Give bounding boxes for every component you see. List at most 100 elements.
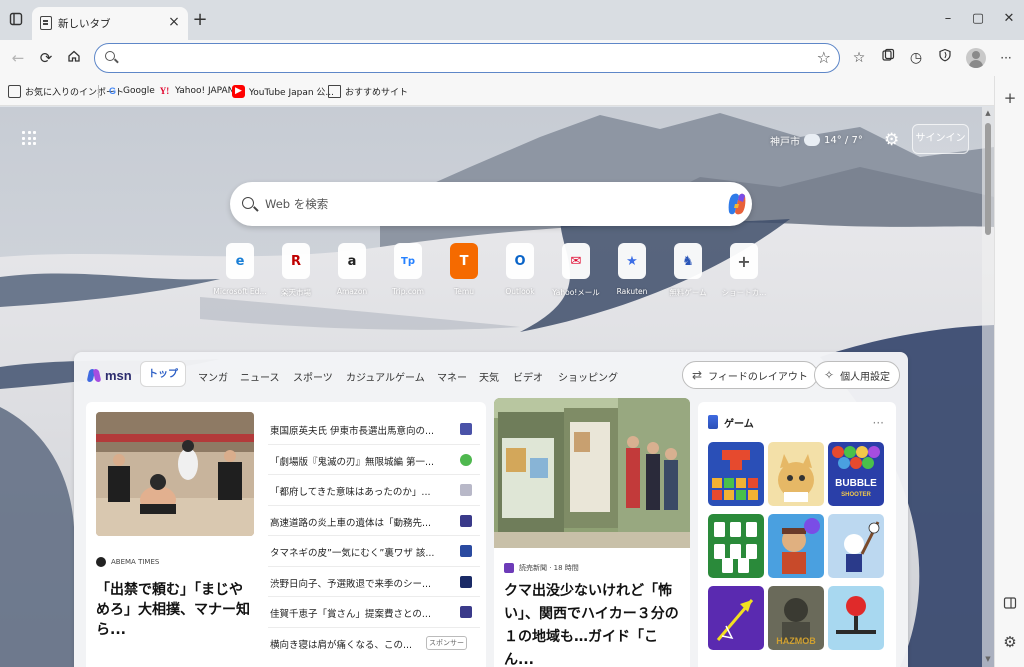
headline-item[interactable]: タマネギの皮”一気にむく”裏ワザ 該... [268, 536, 480, 567]
minimize-button[interactable]: – [933, 8, 963, 30]
sign-in-button[interactable]: サインイン [912, 124, 969, 154]
solitaire-icon [714, 522, 757, 573]
ball-drop-game[interactable] [828, 586, 884, 650]
msn-logo[interactable]: msn [88, 364, 132, 386]
favorite-label: Yahoo! JAPAN [175, 86, 235, 96]
quick-link-label: Trip.com [392, 287, 424, 296]
feed-tab-casual-games[interactable]: カジュアルゲーム [346, 369, 425, 384]
bubble-shooter-game[interactable]: BUBBLE SHOOTER [828, 442, 884, 506]
headline-text: 横向き寝は肩が痛くなる、この... [270, 639, 413, 651]
svg-text:SHOOTER: SHOOTER [841, 492, 871, 498]
new-tab-button[interactable]: + [192, 11, 208, 29]
news-card-secondary[interactable]: 読売新聞 · 18 時間 クマ出没少ないけれど「怖い」、関西でハイカー３分の１の… [494, 398, 690, 667]
favorite-yahoo[interactable]: Y! Yahoo! JAPAN [158, 83, 235, 99]
cartoon-hero-game[interactable] [768, 514, 824, 578]
copilot-icon[interactable] [726, 192, 748, 216]
personalize-button[interactable]: ✧ 個人用設定 [814, 361, 901, 389]
more-icon[interactable]: ··· [873, 416, 884, 430]
home-icon[interactable] [64, 48, 84, 68]
feed-tab-manga[interactable]: マンガ [198, 369, 228, 384]
feed-tab-weather[interactable]: 天気 [479, 369, 499, 384]
tab-actions-icon[interactable] [8, 12, 24, 28]
headline-item[interactable]: 「都府してきた意味はあったのか」... [268, 475, 480, 506]
favorite-recommended[interactable]: おすすめサイト [328, 83, 408, 99]
close-window-button[interactable]: ✕ [994, 8, 1024, 30]
import-icon [8, 84, 21, 98]
headline-item[interactable]: 「劇場版『鬼滅の刃』無限城編 第一... [268, 445, 480, 475]
sidebar: + ⚙ [994, 76, 1024, 667]
arrow-game[interactable] [708, 586, 764, 650]
quick-link-rakuten-ichiba[interactable]: R 楽天市場 [268, 243, 324, 301]
quick-link-yahoo-mail[interactable]: ✉ Yahoo!メール [548, 243, 604, 301]
arrow-icon [716, 599, 754, 641]
amazon-icon: a [338, 243, 366, 279]
news-headline[interactable]: クマ出没少ないけれど「怖い」、関西でハイカー３分の１の地域も…ガイド「こん... [504, 580, 684, 667]
favorite-youtube[interactable]: ▶ YouTube Japan 公... [232, 83, 334, 99]
search-icon [242, 197, 254, 209]
feed-tab-money[interactable]: マネー [437, 369, 467, 384]
favorite-star-icon[interactable]: ☆ [817, 48, 831, 67]
feed-tab-video[interactable]: ビデオ [513, 369, 543, 384]
headline-text: 東国原英夫氏 伊東市長選出馬意向の... [270, 426, 435, 437]
block-puzzle-game[interactable] [708, 442, 764, 506]
feed-layout-button[interactable]: ⇄ フィードのレイアウト [682, 361, 818, 389]
scroll-up-icon[interactable]: ▲ [982, 109, 994, 117]
split-screen-icon[interactable] [1002, 596, 1018, 612]
hazmob-game[interactable]: HAZMOB [768, 586, 824, 650]
headline-item[interactable]: 横向き寝は肩が痛くなる、この... スポンサー [268, 628, 480, 659]
scrollbar-thumb[interactable] [985, 123, 991, 235]
quick-link-amazon[interactable]: a Amazon [324, 243, 380, 301]
scroll-down-icon[interactable]: ▼ [982, 655, 994, 663]
favorites-icon[interactable]: ☆ [849, 48, 869, 68]
address-bar[interactable]: ☆ [94, 43, 840, 73]
sponsored-badge: スポンサー [426, 635, 467, 650]
feed-tab-news[interactable]: ニュース [240, 369, 280, 384]
settings-icon[interactable]: ⚙ [1002, 634, 1018, 650]
profile-avatar[interactable] [966, 48, 986, 68]
back-icon[interactable]: ← [8, 48, 28, 68]
quick-link-outlook[interactable]: O Outlook [492, 243, 548, 301]
outlook-icon: O [506, 243, 534, 279]
bat-cartoon-game[interactable] [828, 514, 884, 578]
feed-tab-top[interactable]: トップ [140, 361, 186, 387]
tab-new-tab[interactable]: 新しいタブ × [32, 7, 188, 40]
tab-close-icon[interactable]: × [166, 13, 182, 31]
address-input[interactable] [125, 48, 805, 68]
quick-link-add-shortcut[interactable]: + ショートカ... [716, 243, 772, 301]
quick-link-label: 楽天市場 [281, 288, 311, 297]
headline-item[interactable]: 東国原英夫氏 伊東市長選出馬意向の... [268, 414, 480, 445]
ball-drop-icon [836, 596, 876, 634]
weather-widget[interactable]: 神戸市 14° / 7° [770, 131, 863, 149]
history-icon[interactable]: ◷ [906, 48, 926, 68]
add-icon[interactable]: + [1002, 90, 1018, 106]
news-card-main[interactable]: ABEMA TIMES 「出禁で頼む」「まじやめろ」大相撲、マナー知ら... 東… [86, 402, 486, 667]
headline-item[interactable]: 渋野日向子、予選敗退で来季のシー... [268, 567, 480, 597]
app-launcher-icon[interactable] [22, 131, 36, 145]
headline-item[interactable]: 佳賀千恵子「賞さん」提案費さとの... [268, 597, 480, 628]
feed-tab-shopping[interactable]: ショッピング [558, 369, 618, 384]
quick-link-free-games[interactable]: ♞ 無料ゲーム [660, 243, 716, 301]
page-settings-icon[interactable]: ⚙ [884, 130, 899, 150]
solitaire-game[interactable] [708, 514, 764, 578]
quick-link-trip[interactable]: Tp Trip.com [380, 243, 436, 301]
collections-icon[interactable] [878, 48, 898, 68]
more-icon[interactable]: ··· [996, 48, 1016, 68]
headline-text: 「劇場版『鬼滅の刃』無限城編 第一... [270, 456, 435, 468]
cat-game[interactable] [768, 442, 824, 506]
games-header[interactable]: ゲーム [708, 414, 754, 430]
maximize-button[interactable]: ▢ [963, 8, 993, 30]
headline-item[interactable]: 高速道路の炎上車の遺体は「動務先... [268, 506, 480, 536]
block-puzzle-icon [712, 450, 758, 500]
news-headline[interactable]: 「出禁で頼む」「まじやめろ」大相撲、マナー知ら... [96, 580, 256, 640]
title-bar: 新しいタブ × + – ▢ ✕ [0, 0, 1024, 40]
favorite-google[interactable]: G Google [106, 83, 155, 99]
quick-link-rakuten[interactable]: ★ Rakuten [604, 243, 660, 301]
quick-link-temu[interactable]: T Temu [436, 243, 492, 301]
browser-essentials-icon[interactable] [935, 48, 955, 68]
source-icon [460, 575, 472, 588]
feed-tab-sports[interactable]: スポーツ [293, 369, 333, 384]
web-search-box[interactable]: Web を検索 [230, 182, 752, 226]
scrollbar[interactable]: ▲ ▼ [982, 107, 994, 667]
refresh-icon[interactable]: ⟳ [36, 48, 56, 68]
quick-link-edge[interactable]: e Microsoft Ed... [212, 243, 268, 301]
